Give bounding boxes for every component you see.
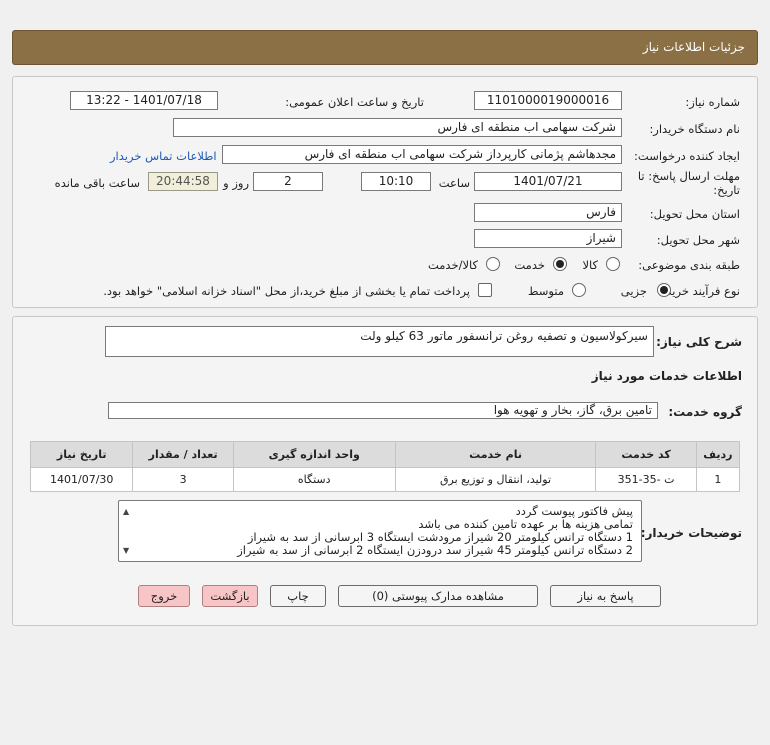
note-line: 2 دستگاه ترانس کیلومتر 45 شیراز سد درودز… (237, 543, 633, 557)
exit-button[interactable]: خروج (138, 585, 190, 607)
page-title-bar: جزئیات اطلاعات نیاز (12, 30, 758, 65)
services-table: ردیف کد خدمت نام خدمت واحد اندازه گیری ت… (29, 441, 741, 492)
announce-label: تاریخ و ساعت اعلان عمومی: (285, 95, 424, 109)
province-label: استان محل تحویل: (649, 207, 740, 221)
category-label: طبقه بندی موضوعی: (638, 258, 740, 272)
need-number-field: 1101000019000016 (474, 91, 622, 110)
buyer-notes-label: توضیحات خریدار: (640, 526, 742, 540)
remaining-time-label: ساعت باقی مانده (54, 176, 140, 190)
col-header-unit: واحد اندازه گیری (232, 441, 396, 468)
cell-unit: دستگاه (232, 467, 396, 492)
need-info-panel (12, 76, 758, 308)
days-remaining-field: 2 (253, 172, 323, 191)
category-radio-goods-service[interactable] (486, 257, 500, 271)
services-heading: اطلاعات خدمات مورد نیاز (591, 369, 742, 383)
category-option-service: خدمت (514, 258, 545, 272)
payment-note: پرداخت تمام یا بخشی از مبلغ خرید،از محل … (103, 284, 470, 298)
cell-service-name: تولید، انتقال و توزیع برق (394, 467, 597, 492)
need-number-label: شماره نیاز: (685, 95, 740, 109)
deadline-date-field: 1401/07/21 (474, 172, 622, 191)
requester-field: مجدهاشم پژمانی کارپرداز شرکت سهامی اب من… (222, 145, 622, 164)
category-option-goods-service: کالا/خدمت (427, 258, 478, 272)
col-header-quantity: تعداد / مقدار (132, 441, 234, 468)
table-header-row: ردیف کد خدمت نام خدمت واحد اندازه گیری ت… (29, 441, 741, 468)
province-field: فارس (474, 203, 622, 222)
category-radio-service[interactable] (553, 257, 567, 271)
city-label: شهر محل تحویل: (656, 233, 740, 247)
service-group-field: تامین برق، گاز، بخار و تهویه هوا (108, 402, 658, 419)
announce-field: 1401/07/18 - 13:22 (70, 91, 218, 110)
chevron-up-icon[interactable]: ▲ (123, 505, 129, 518)
buyer-org-field: شرکت سهامی اب منطقه ای فارس (173, 118, 622, 137)
deadline-label: مهلت ارسال پاسخ: تا (637, 169, 740, 183)
city-field: شیراز (474, 229, 622, 248)
buyer-notes-box: پیش فاکتور پیوست گردد تمامی هزینه ها بر … (118, 500, 642, 562)
deadline-time-label: ساعت (438, 176, 470, 190)
col-header-service-code: کد خدمت (595, 441, 697, 468)
table-row: 1 ت -35-351 تولید، انتقال و توزیع برق دس… (29, 467, 741, 492)
summary-label: شرح کلی نیاز: (656, 335, 742, 349)
chevron-down-icon[interactable]: ▼ (123, 544, 129, 557)
back-button[interactable]: بازگشت (202, 585, 258, 607)
days-label: روز و (223, 176, 249, 190)
treasury-checkbox[interactable] (478, 283, 492, 297)
cell-row-number: 1 (695, 467, 741, 492)
requester-label: ایجاد کننده درخواست: (634, 149, 740, 163)
service-group-label: گروه خدمت: (668, 405, 742, 419)
reply-button[interactable]: پاسخ به نیاز (550, 585, 661, 607)
deadline-label-date: تاریخ: (713, 183, 740, 197)
notes-scrollbar[interactable]: ▲ ▼ (121, 503, 135, 559)
page-title: جزئیات اطلاعات نیاز (642, 40, 745, 54)
col-header-row-number: ردیف (695, 441, 741, 468)
deadline-time-field: 10:10 (361, 172, 431, 191)
cell-quantity: 3 (132, 467, 234, 492)
category-radio-goods[interactable] (606, 257, 620, 271)
buyer-org-label: نام دستگاه خریدار: (649, 122, 740, 136)
contact-buyer-link[interactable]: اطلاعات تماس خریدار (110, 149, 217, 163)
col-header-service-name: نام خدمت (394, 441, 597, 468)
print-button[interactable]: چاپ (270, 585, 326, 607)
process-option-minor: جزیی (620, 284, 647, 298)
attached-docs-button[interactable]: مشاهده مدارک پیوستی (0) (338, 585, 538, 607)
cell-need-date: 1401/07/30 (29, 467, 134, 492)
summary-field: سیرکولاسیون و تصفیه روغن ترانسفور ماتور … (105, 326, 654, 357)
category-option-goods: کالا (582, 258, 598, 272)
col-header-need-date: تاریخ نیاز (29, 441, 134, 468)
process-radio-minor[interactable] (657, 283, 671, 297)
process-option-medium: متوسط (527, 284, 564, 298)
cell-service-code: ت -35-351 (595, 467, 697, 492)
remaining-time-field: 20:44:58 (148, 172, 218, 191)
process-radio-medium[interactable] (572, 283, 586, 297)
